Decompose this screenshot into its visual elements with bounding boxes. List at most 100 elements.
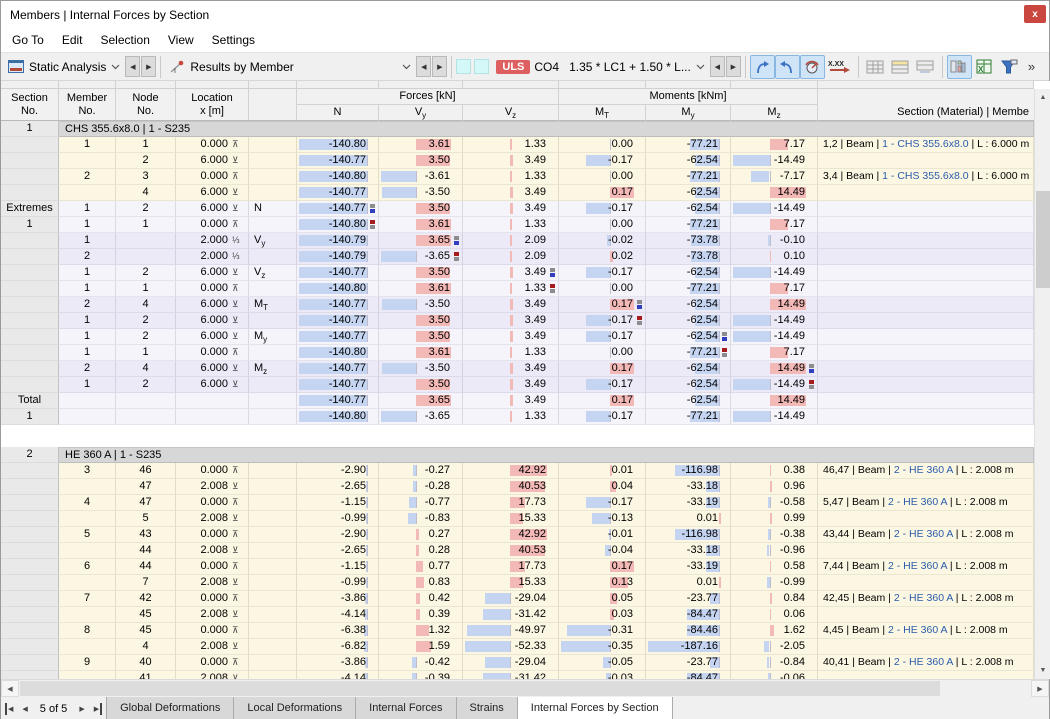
vertical-scroll-thumb[interactable] — [1036, 191, 1050, 288]
column-header-member[interactable]: Member No. — [59, 89, 116, 120]
filter-button[interactable] — [997, 55, 1022, 79]
table-row[interactable]: Extremes 1 2 6.000 ⊻ N -140.77 3.50 3.49 -0.17 -62… — [1, 201, 1034, 217]
location-cell: 6.000 ⊻ — [176, 201, 249, 217]
next-table-button[interactable]: ▶ — [76, 703, 87, 715]
section-group-row[interactable]: 1 CHS 355.6x8.0 | 1 - S235 — [1, 121, 1034, 137]
value-text: -0.84 — [779, 656, 805, 668]
table-row[interactable]: 44 2.008 ⊻ -2.65 0.28 40.53 -0.04 -33.18 -0.96 — [1, 543, 1034, 559]
table-row[interactable]: 2 3 0.000 ⊼ -140.80 -3.61 1.33 0.00 -77.21 -7.17 3… — [1, 169, 1034, 185]
relative-to-member-button[interactable] — [749, 54, 775, 79]
toolbar-overflow-button[interactable]: » — [1028, 59, 1035, 74]
vertical-scrollbar[interactable]: ▲ ▼ — [1034, 89, 1050, 679]
table-filter-rows-button[interactable] — [888, 55, 913, 79]
value-text: 15.33 — [518, 512, 546, 524]
table-row[interactable]: 7 42 0.000 ⊼ -3.86 0.42 -29.04 0.05 -23.77 0.84 42… — [1, 591, 1034, 607]
horizontal-scrollbar[interactable]: ◀ ▶ — [1, 679, 1049, 697]
value-cell-n: -2.90 — [297, 527, 379, 543]
tab-internal-forces[interactable]: Internal Forces — [355, 697, 457, 719]
menu-item-settings[interactable]: Settings — [203, 30, 264, 50]
legend-color-swatch[interactable] — [456, 59, 472, 74]
horizontal-scroll-thumb[interactable] — [20, 681, 940, 696]
table-row[interactable]: 8 45 0.000 ⊼ -6.38 1.32 -49.97 -0.31 -84.46 1.62 4… — [1, 623, 1034, 639]
table-row[interactable]: 4 6.000 ⊻ -140.77 -3.50 3.49 0.17 -62.54 14.49 — [1, 185, 1034, 201]
member-description-cell — [818, 233, 1034, 249]
column-header-my[interactable]: My — [646, 105, 731, 121]
table-row[interactable]: 5 43 0.000 ⊼ -2.90 0.27 42.92 -0.01 -116.98 -0.38… — [1, 527, 1034, 543]
tab-internal-forces-by-section[interactable]: Internal Forces by Section — [516, 696, 673, 719]
table-row[interactable]: 1 2 6.000 ⊻ -140.77 3.50 3.49 -0.17 -62.54 -14.49 — [1, 313, 1034, 329]
scroll-left-icon[interactable]: ◀ — [1, 680, 19, 697]
load-combo[interactable]: 1.35 * LC1 + 1.50 * L... — [565, 55, 709, 79]
table-row[interactable]: 1 2 6.000 ⊻ My -140.77 3.50 3.49 -0.17 -62.54 -14.… — [1, 329, 1034, 345]
table-row[interactable]: 1 1 0.000 ⊼ -140.80 3.61 1.33 0.00 -77.21 7.17 — [1, 281, 1034, 297]
table-row[interactable]: 2 4 6.000 ⊻ Mz -140.77 -3.50 3.49 0.17 -62.54 14.4… — [1, 361, 1034, 377]
decimal-places-button[interactable]: X.XX — [825, 55, 854, 79]
tab-local-deformations[interactable]: Local Deformations — [233, 697, 357, 719]
table-row[interactable]: 1 2 6.000 ⊻ Vz -140.77 3.50 3.49 -0.17 -62.54 -14.… — [1, 265, 1034, 281]
menu-item-edit[interactable]: Edit — [53, 30, 92, 50]
column-header-mt[interactable]: MT — [559, 105, 646, 121]
table-row[interactable]: 45 2.008 ⊻ -4.14 0.39 -31.42 0.03 -84.47 0.06 — [1, 607, 1034, 623]
section-group-row[interactable]: 2 HE 360 A | 1 - S235 — [1, 447, 1034, 463]
legend-color-swatch[interactable] — [474, 59, 490, 74]
column-header-vy[interactable]: Vy — [379, 105, 463, 121]
column-header-mz[interactable]: Mz — [731, 105, 818, 121]
table-row[interactable]: 1 1 0.000 ⊼ -140.80 3.61 1.33 0.00 -77.21 7.17 1,2… — [1, 137, 1034, 153]
analysis-next-button[interactable]: ▶ — [141, 56, 157, 77]
table-row[interactable]: 9 40 0.000 ⊼ -3.86 -0.42 -29.04 -0.05 -23.77 -0.8… — [1, 655, 1034, 671]
table-row[interactable]: 1 1 0.000 ⊼ -140.80 3.61 1.33 0.00 -77.21 7.17 — [1, 345, 1034, 361]
table-row[interactable]: 7 2.008 ⊻ -0.99 0.83 15.33 0.13 0.01 -0.99 — [1, 575, 1034, 591]
value-cell-vy: 0.77 — [379, 559, 463, 575]
table-row[interactable]: 2 2.000 ⅓ -140.79 -3.65 2.09 0.02 -73.78 0.10 — [1, 249, 1034, 265]
tab-global-deformations[interactable]: Global Deformations — [106, 697, 235, 719]
member-no-cell: 2 — [59, 361, 116, 377]
table-row[interactable]: 2 4 6.000 ⊻ MT -140.77 -3.50 3.49 0.17 -62.54 14.4… — [1, 297, 1034, 313]
table-row[interactable]: 41 2.008 ⊻ -4.14 -0.39 -31.42 -0.03 -84.47 -0.06 — [1, 671, 1034, 679]
load-next-button[interactable]: ▶ — [725, 56, 741, 77]
result-diagram-button[interactable] — [799, 54, 825, 79]
table-row[interactable]: 3 46 0.000 ⊼ -2.90 -0.27 42.92 0.01 -116.98 0.38 4… — [1, 463, 1034, 479]
results-next-button[interactable]: ▶ — [432, 56, 448, 77]
export-excel-button[interactable]: X — [972, 55, 997, 79]
column-header-location[interactable]: Location x [m] — [176, 89, 249, 120]
column-header-description[interactable]: Section (Material) | Membe — [818, 89, 1034, 120]
relative-to-system-button[interactable] — [774, 54, 800, 79]
results-prev-button[interactable]: ◀ — [416, 56, 432, 77]
column-header-n[interactable]: N — [297, 105, 379, 121]
table-row[interactable]: Total -140.77 3.65 3.49 0.17 -62.54 14.49 — [1, 393, 1034, 409]
table-row[interactable]: 1 2.000 ⅓ Vy -140.79 3.65 2.09 -0.02 -73.78 -0.10 — [1, 233, 1034, 249]
menu-item-selection[interactable]: Selection — [92, 30, 159, 50]
tab-strains[interactable]: Strains — [455, 697, 518, 719]
close-button[interactable]: x — [1024, 5, 1046, 23]
member-no-cell: 9 — [59, 655, 116, 671]
analysis-combo[interactable]: Static Analysis — [4, 55, 124, 79]
scroll-down-icon[interactable]: ▼ — [1035, 662, 1050, 679]
column-header-node[interactable]: Node No. — [116, 89, 176, 120]
table-row[interactable]: 1 -140.80 -3.65 1.33 -0.17 -77.21 -14.49 — [1, 409, 1034, 425]
menu-item-go-to[interactable]: Go To — [3, 30, 53, 50]
table-row[interactable]: 6 44 0.000 ⊼ -1.15 0.77 17.73 0.17 -33.19 0.58 7,4… — [1, 559, 1034, 575]
scroll-right-icon[interactable]: ▶ — [1031, 680, 1049, 697]
previous-table-button[interactable]: ◀ — [19, 703, 30, 715]
table-row[interactable]: 4 2.008 ⊻ -6.82 1.59 -52.33 -0.35 -187.16 -2.05 — [1, 639, 1034, 655]
show-diagrams-button[interactable] — [946, 54, 972, 79]
first-table-button[interactable]: ◀ — [5, 702, 16, 715]
location-cell: 6.000 ⊻ — [176, 329, 249, 345]
column-header-section[interactable]: Section No. — [1, 89, 59, 120]
table-row[interactable]: 1 2 6.000 ⊻ -140.77 3.50 3.49 -0.17 -62.54 -14.49 — [1, 377, 1034, 393]
last-table-button[interactable]: ▶ — [91, 702, 103, 715]
load-prev-button[interactable]: ◀ — [709, 56, 725, 77]
analysis-prev-button[interactable]: ◀ — [125, 56, 141, 77]
table-row[interactable]: 4 47 0.000 ⊼ -1.15 -0.77 17.73 -0.17 -33.19 -0.58… — [1, 495, 1034, 511]
table-settings-button[interactable] — [863, 55, 888, 79]
table-export-rows-button[interactable] — [913, 55, 938, 79]
column-header-vz[interactable]: Vz — [463, 105, 559, 121]
table-row[interactable]: 47 2.008 ⊻ -2.65 -0.28 40.53 0.04 -33.18 0.96 — [1, 479, 1034, 495]
table-row[interactable]: 1 1 1 0.000 ⊼ -140.80 3.61 1.33 0.00 -77.21 7.17 — [1, 217, 1034, 233]
menu-item-view[interactable]: View — [159, 30, 203, 50]
scroll-up-icon[interactable]: ▲ — [1035, 89, 1050, 106]
table-row[interactable]: 5 2.008 ⊻ -0.99 -0.83 15.33 -0.13 0.01 0.99 — [1, 511, 1034, 527]
results-combo[interactable]: I Results by Member — [165, 55, 415, 79]
table-row[interactable]: 2 6.000 ⊻ -140.77 3.50 3.49 -0.17 -62.54 -14.49 — [1, 153, 1034, 169]
value-cell-mt: -0.17 — [559, 153, 646, 169]
